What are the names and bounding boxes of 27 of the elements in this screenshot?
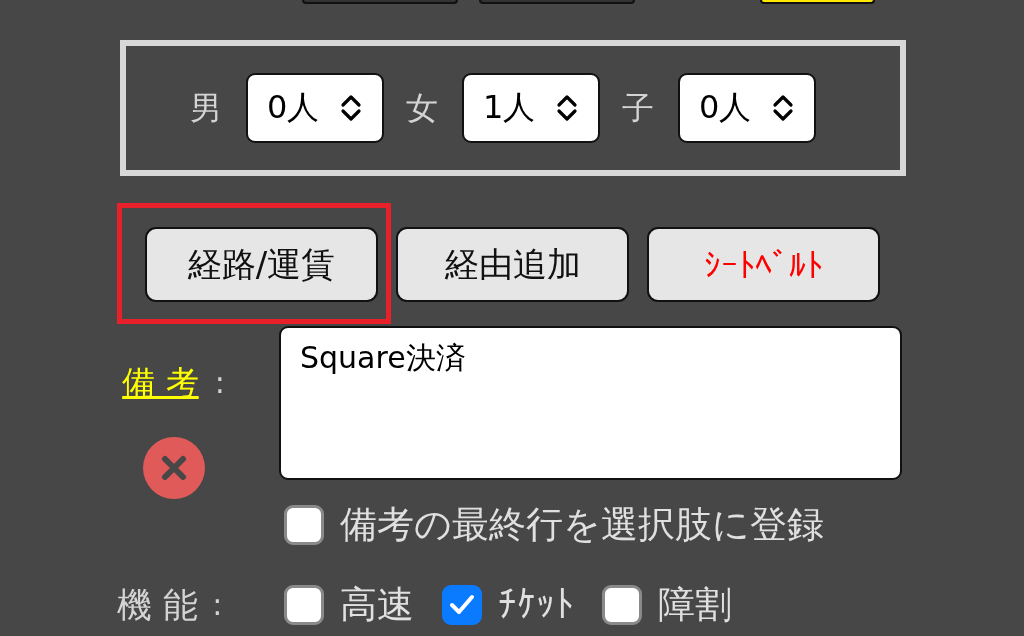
action-button[interactable]: 経路/運賃 bbox=[145, 227, 378, 302]
checkbox-label: 高速 bbox=[340, 584, 414, 626]
colon-text: : bbox=[214, 364, 225, 402]
checkbox-label: 備考の最終行を選択肢に登録 bbox=[340, 504, 824, 546]
features-label: 機 能 bbox=[117, 584, 199, 626]
passenger-label: 子 bbox=[622, 88, 654, 128]
chevron-up-down-icon bbox=[340, 94, 362, 122]
passenger-label: 男 bbox=[190, 88, 222, 128]
action-button[interactable]: 経由追加 bbox=[396, 227, 629, 302]
check-icon bbox=[449, 594, 475, 616]
count-select[interactable]: 0人 bbox=[678, 73, 816, 143]
checkbox[interactable] bbox=[442, 585, 482, 625]
colon-text: : bbox=[212, 586, 223, 624]
checkbox[interactable] bbox=[284, 585, 324, 625]
count-select[interactable]: 0人 bbox=[246, 73, 384, 143]
cut-off-button[interactable] bbox=[760, 0, 875, 4]
checkbox-label: ﾁｹｯﾄ bbox=[498, 584, 574, 626]
chevron-up-down-icon bbox=[772, 94, 794, 122]
passenger-label: 女 bbox=[406, 88, 438, 128]
remarks-field[interactable]: Square決済 bbox=[279, 326, 902, 480]
checkbox[interactable] bbox=[284, 505, 324, 545]
clear-icon[interactable] bbox=[142, 437, 205, 499]
checkbox[interactable] bbox=[602, 585, 642, 625]
count-select[interactable]: 1人 bbox=[462, 73, 600, 143]
chevron-up-down-icon bbox=[556, 94, 578, 122]
checkbox-label: 障割 bbox=[658, 584, 732, 626]
remarks-link[interactable]: 備 考 bbox=[122, 363, 199, 403]
